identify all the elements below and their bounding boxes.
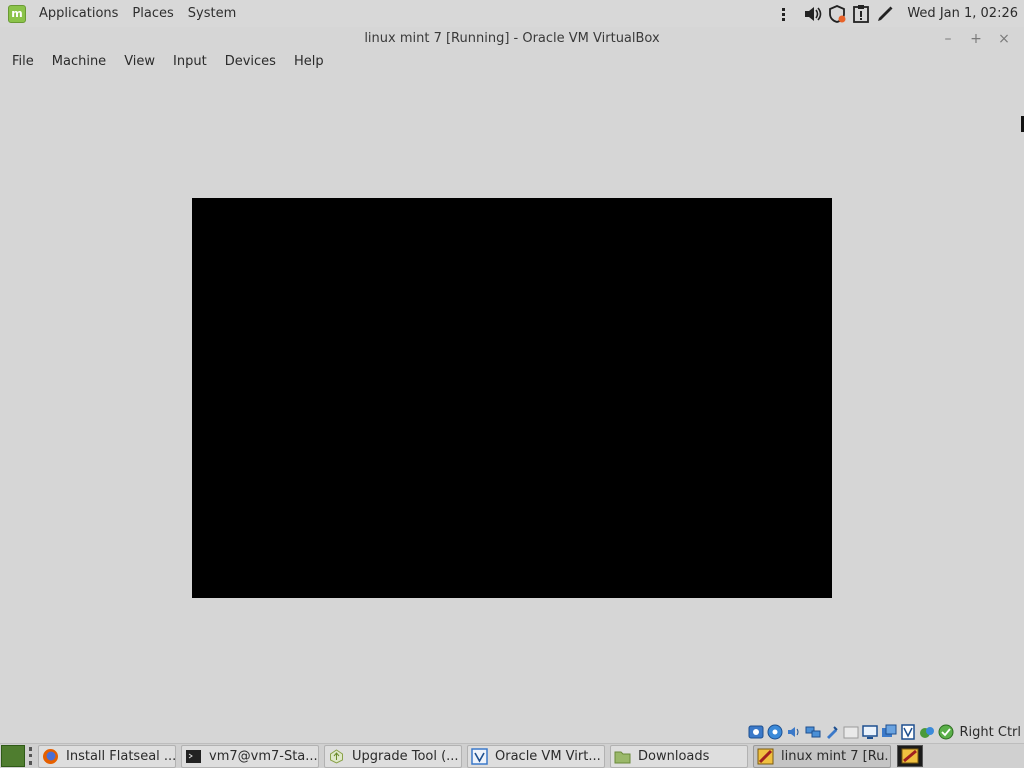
menu-view[interactable]: View (115, 51, 164, 73)
task-downloads[interactable]: Downloads (610, 744, 748, 768)
task-virtualbox-manager[interactable]: Oracle VM Virt... (467, 744, 605, 768)
panel-menu: m Applications Places System (0, 0, 243, 27)
pen-icon[interactable] (875, 4, 895, 24)
vm-display[interactable] (192, 198, 832, 598)
terminal-icon (185, 748, 202, 765)
task-linux-mint-vm[interactable]: linux mint 7 [Ru... (753, 744, 891, 768)
volume-icon[interactable] (803, 4, 823, 24)
security-shield-icon[interactable] (827, 4, 847, 24)
show-desktop-button[interactable] (1, 745, 25, 767)
mouse-integration-icon[interactable] (938, 724, 954, 740)
menu-bar: File Machine View Input Devices Help (0, 51, 1024, 73)
mint-menu-icon[interactable]: m (8, 4, 26, 23)
display-icon[interactable] (862, 724, 878, 740)
task-label: Downloads (638, 748, 710, 764)
network-icon[interactable] (779, 4, 799, 24)
folder-icon (614, 748, 631, 765)
menu-devices[interactable]: Devices (216, 51, 285, 73)
task-label: Install Flatseal ... (66, 748, 175, 764)
system-menu[interactable]: System (181, 0, 243, 27)
optical-disk-icon[interactable] (767, 724, 783, 740)
taskbar: Install Flatseal ... vm7@vm7-Sta... Upgr… (0, 743, 1024, 768)
audio-icon[interactable] (786, 724, 802, 740)
task-label: linux mint 7 [Ru... (781, 748, 890, 764)
update-manager-icon[interactable] (851, 4, 871, 24)
firefox-icon (42, 748, 59, 765)
clock[interactable]: Wed Jan 1, 02:26 (907, 6, 1018, 21)
maximize-button[interactable]: + (966, 29, 986, 49)
shared-folder-icon[interactable] (843, 724, 859, 740)
cpu-icon[interactable] (900, 724, 916, 740)
close-button[interactable]: × (994, 29, 1014, 49)
menu-machine[interactable]: Machine (43, 51, 115, 73)
task-firefox[interactable]: Install Flatseal ... (38, 744, 176, 768)
task-label: Upgrade Tool (... (352, 748, 459, 764)
taskbar-handle-icon[interactable] (29, 747, 34, 765)
recording-icon[interactable] (881, 724, 897, 740)
usb-icon[interactable] (824, 724, 840, 740)
applications-menu[interactable]: Applications (32, 0, 125, 27)
menu-help[interactable]: Help (285, 51, 333, 73)
network-adapter-icon[interactable] (805, 724, 821, 740)
window-title-bar[interactable]: linux mint 7 [Running] - Oracle VM Virtu… (0, 27, 1024, 51)
system-tray: Wed Jan 1, 02:26 (777, 0, 1024, 27)
task-label: vm7@vm7-Sta... (209, 748, 318, 764)
places-menu[interactable]: Places (125, 0, 180, 27)
host-key-label: Right Ctrl (959, 724, 1022, 740)
virtualization-icon[interactable] (919, 724, 935, 740)
vm-icon (757, 748, 774, 765)
upgrade-tool-icon (328, 748, 345, 765)
minimize-button[interactable]: – (938, 29, 958, 49)
workspace-switcher[interactable] (897, 745, 923, 767)
task-label: Oracle VM Virt... (495, 748, 601, 764)
vm-status-bar: Right Ctrl (747, 722, 1024, 742)
workspace-icon (901, 748, 919, 764)
menu-input[interactable]: Input (164, 51, 216, 73)
top-panel: m Applications Places System Wed Jan 1, … (0, 0, 1024, 27)
menu-file[interactable]: File (3, 51, 43, 73)
window-title: linux mint 7 [Running] - Oracle VM Virtu… (364, 31, 660, 46)
virtualbox-icon (471, 747, 488, 765)
task-terminal[interactable]: vm7@vm7-Sta... (181, 744, 319, 768)
hard-disk-icon[interactable] (748, 724, 764, 740)
task-upgrade-tool[interactable]: Upgrade Tool (... (324, 744, 462, 768)
